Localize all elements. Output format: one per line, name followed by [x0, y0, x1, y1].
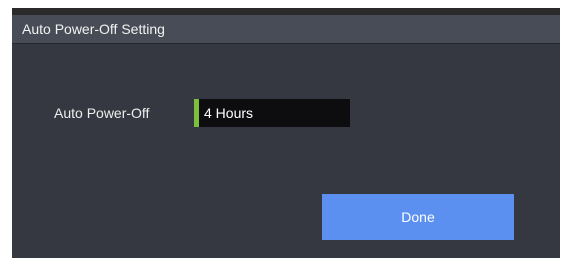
dialog-title: Auto Power-Off Setting [22, 21, 165, 37]
auto-power-off-dialog: Auto Power-Off Setting Auto Power-Off 4 … [12, 15, 560, 258]
auto-power-off-value-field[interactable]: 4 Hours [194, 99, 350, 127]
dialog-titlebar: Auto Power-Off Setting [12, 15, 560, 44]
selection-accent-bar [194, 99, 199, 127]
auto-power-off-label: Auto Power-Off [54, 105, 150, 121]
auto-power-off-value: 4 Hours [204, 105, 254, 121]
done-button[interactable]: Done [322, 194, 514, 240]
